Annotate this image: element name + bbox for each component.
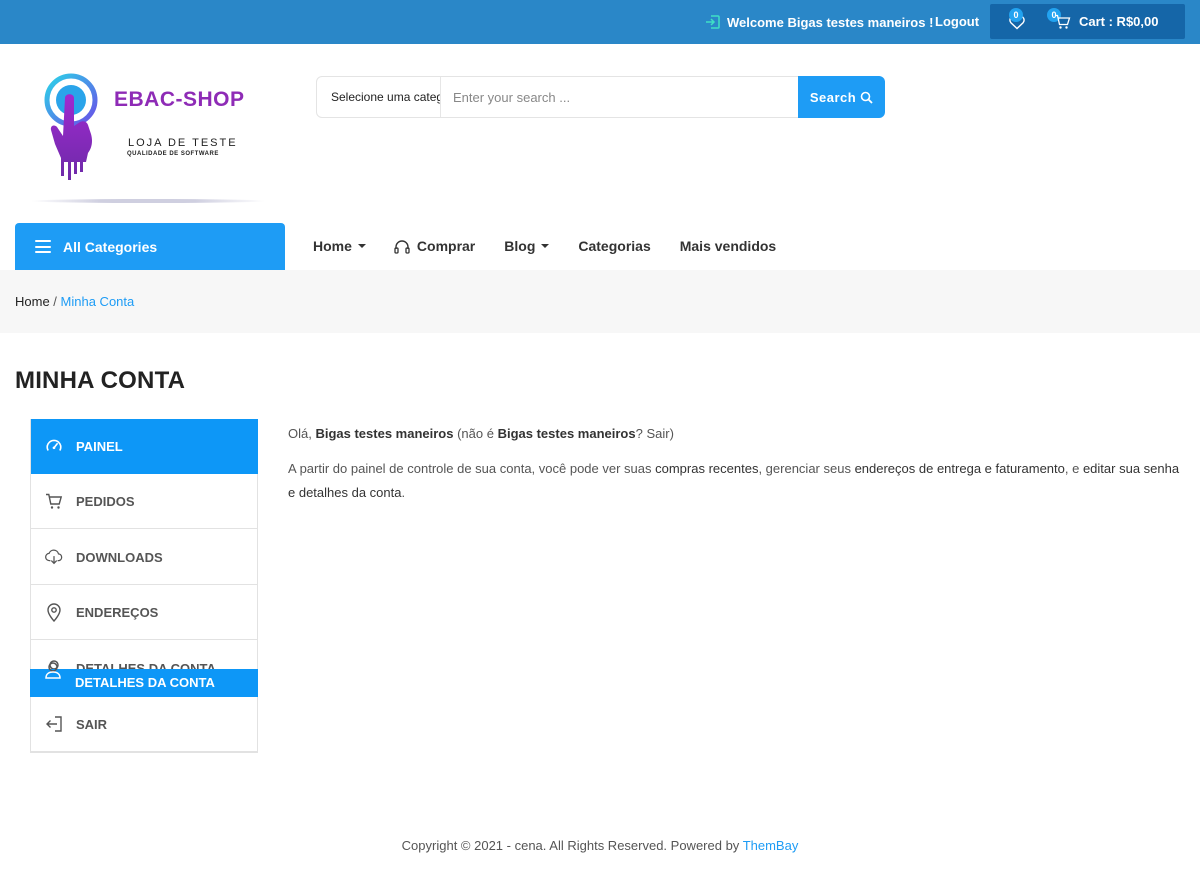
- account-nav-enderecos[interactable]: ENDEREÇOS: [31, 585, 258, 640]
- category-select[interactable]: Selecione uma categoria: [317, 77, 441, 117]
- greeting: Olá, Bigas testes maneiros (não é Bigas …: [288, 422, 1188, 446]
- breadcrumb-current: Minha Conta: [60, 294, 135, 309]
- location-pin-icon: [45, 603, 63, 622]
- logout-link[interactable]: Logout: [935, 14, 979, 29]
- logo-subtitle: LOJA DE TESTE: [128, 137, 238, 149]
- nav-comprar[interactable]: Comprar: [394, 238, 475, 254]
- wishlist-count-badge: 0: [1009, 8, 1023, 22]
- caret-down-icon: [541, 244, 550, 248]
- welcome-text: Welcome Bigas testes maneiros !: [727, 14, 934, 30]
- desc-text: .: [401, 485, 406, 500]
- greeting-q: ?: [635, 426, 647, 441]
- nav-home[interactable]: Home: [313, 238, 366, 254]
- top-bar: Welcome Bigas testes maneiros ! Logout 0…: [0, 0, 1200, 44]
- nav-home-label: Home: [313, 238, 352, 254]
- account-navigation: PAINEL PEDIDOS DOWNLOADS ENDEREÇOS DETAL…: [30, 419, 258, 753]
- account-dashboard-content: Olá, Bigas testes maneiros (não é Bigas …: [288, 422, 1188, 516]
- footer: Copyright © 2021 - cena. All Rights Rese…: [0, 838, 1200, 853]
- desc-text: , gerenciar seus: [758, 461, 855, 476]
- menu-icon: [35, 240, 51, 253]
- desc-text: A partir do painel de controle de sua co…: [288, 461, 656, 476]
- cart-box: 0 0 Cart : R$0,00: [990, 4, 1185, 39]
- dashboard-description: A partir do painel de controle de sua co…: [288, 457, 1188, 505]
- addresses-link[interactable]: endereços de entrega e faturamento: [855, 461, 1065, 476]
- search-button-label: Search: [809, 89, 857, 105]
- logo-title: EBAC-SHOP: [114, 88, 245, 111]
- search-icon: [860, 91, 873, 104]
- all-categories-label: All Categories: [63, 238, 158, 255]
- nav-blog[interactable]: Blog: [504, 238, 550, 254]
- nav-mais-vendidos[interactable]: Mais vendidos: [680, 238, 776, 254]
- nav-comprar-label: Comprar: [416, 238, 476, 254]
- account-nav-detalhes-overlay-text: DETALHES DA CONTA: [30, 650, 258, 690]
- dashboard-icon: [45, 437, 63, 455]
- sair-link[interactable]: Sair: [646, 426, 669, 441]
- greeting-prefix: Olá,: [288, 426, 316, 441]
- account-nav-label: PEDIDOS: [76, 493, 135, 509]
- username: Bigas testes maneiros: [315, 426, 454, 441]
- account-nav-label: DETALHES DA CONTA: [75, 674, 215, 690]
- logo-tagline: QUALIDADE DE SOFTWARE: [127, 151, 219, 157]
- copyright-text: Copyright © 2021 - cena. All Rights Rese…: [401, 838, 743, 853]
- all-categories-button[interactable]: All Categories: [15, 223, 285, 270]
- nav-categorias-label: Categorias: [578, 238, 651, 254]
- logout-icon: [45, 715, 63, 733]
- main-nav: Home Comprar Blog Categorias Mais vendid…: [313, 237, 776, 255]
- cloud-download-icon: [45, 548, 63, 566]
- greeting-mid: (não é: [453, 426, 498, 441]
- caret-down-icon: [357, 244, 366, 248]
- user-icon: [44, 661, 62, 679]
- account-nav-pedidos[interactable]: PEDIDOS: [31, 474, 258, 529]
- account-nav-label: PAINEL: [76, 438, 123, 454]
- breadcrumb: Home / Minha Conta: [15, 294, 134, 309]
- desc-text: , e: [1064, 461, 1083, 476]
- account-nav-label: ENDEREÇOS: [76, 604, 159, 620]
- cart-icon[interactable]: [1054, 14, 1071, 30]
- nav-blog-label: Blog: [504, 238, 536, 254]
- breadcrumb-band: [0, 270, 1200, 333]
- account-nav-painel[interactable]: PAINEL: [31, 419, 258, 474]
- login-icon: [706, 15, 720, 29]
- search-bar: Selecione uma categoria Search: [316, 76, 885, 118]
- breadcrumb-home[interactable]: Home: [15, 294, 50, 309]
- account-nav-sair[interactable]: SAIR: [31, 697, 258, 752]
- thembay-link[interactable]: ThemBay: [743, 838, 799, 853]
- recent-orders-link[interactable]: compras recentes: [655, 461, 758, 476]
- search-button[interactable]: Search: [798, 76, 885, 118]
- breadcrumb-separator: /: [49, 294, 61, 309]
- welcome-message: Welcome Bigas testes maneiros !: [705, 13, 933, 31]
- page-title: MINHA CONTA: [15, 367, 186, 394]
- account-nav-label: SAIR: [76, 716, 108, 732]
- cart-icon: [45, 492, 63, 510]
- greeting-end: ): [669, 426, 674, 441]
- nav-categorias[interactable]: Categorias: [578, 238, 650, 254]
- headphones-icon: [394, 239, 410, 254]
- cart-total-link[interactable]: Cart : R$0,00: [1079, 14, 1158, 29]
- username: Bigas testes maneiros: [497, 426, 636, 441]
- account-nav-label: DOWNLOADS: [76, 549, 163, 565]
- nav-mais-vendidos-label: Mais vendidos: [679, 238, 777, 254]
- search-input[interactable]: [441, 77, 799, 117]
- account-nav-downloads[interactable]: DOWNLOADS: [31, 530, 258, 585]
